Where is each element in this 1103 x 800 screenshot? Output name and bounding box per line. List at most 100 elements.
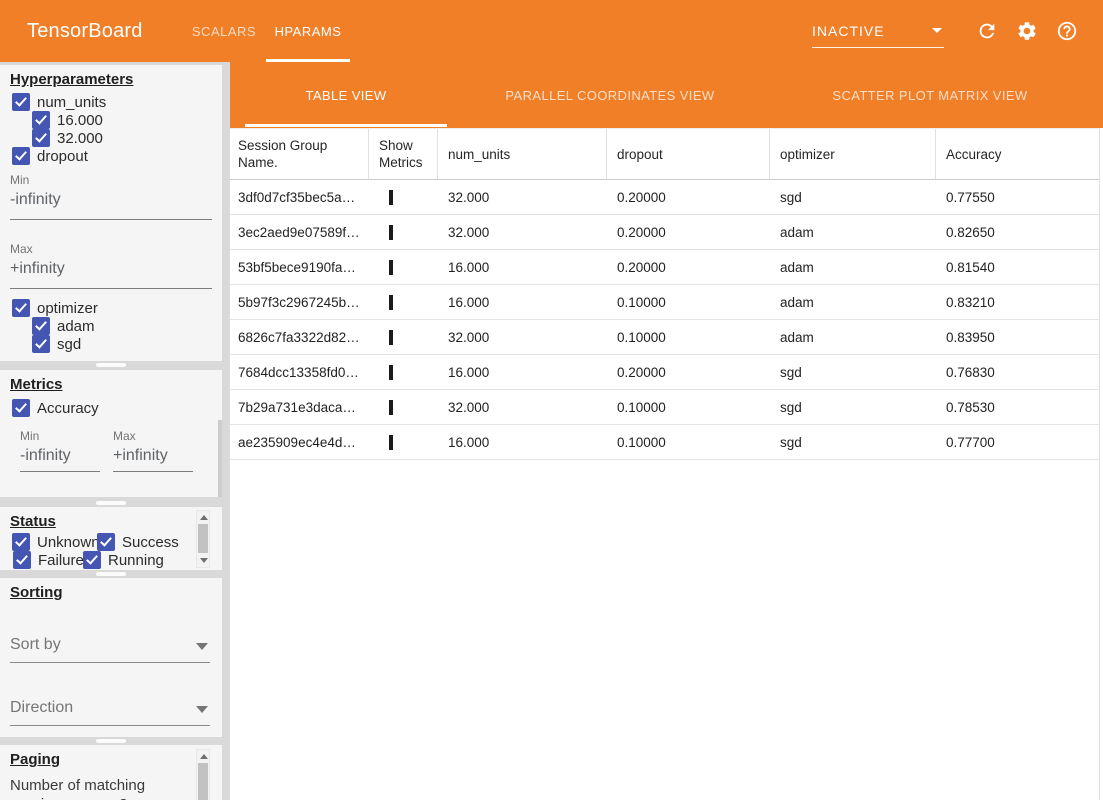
- tab-parallel-coordinates-view[interactable]: PARALLEL COORDINATES VIEW: [447, 62, 773, 128]
- optimizer-value: adam: [770, 295, 936, 310]
- status-panel: Status Unknown Success Failure Running: [0, 507, 222, 570]
- status-failure-label: Failure: [38, 552, 84, 569]
- session-group-name: ae235909ec4e4d…: [230, 435, 369, 450]
- table-header: Session Group Name. Show Metrics num_uni…: [230, 128, 1099, 180]
- accuracy-value: 0.77700: [936, 435, 1099, 450]
- paging-scrollbar[interactable]: [196, 749, 210, 800]
- chevron-down-icon: [196, 643, 208, 650]
- accuracy-min-field: Min -infinity: [20, 429, 100, 472]
- num-units-checkbox[interactable]: [12, 93, 30, 111]
- run-status-selector[interactable]: INACTIVE: [812, 14, 944, 48]
- dropout-max-field: Max +infinity: [10, 242, 212, 289]
- sidebar: Hyperparameters num_units 16.000 32.000 …: [0, 62, 222, 800]
- accuracy-max-input[interactable]: +infinity: [113, 443, 193, 472]
- dropout-value: 0.20000: [607, 260, 770, 275]
- table-row: 3df0d7cf35bec5a… 32.000 0.20000 sgd 0.77…: [230, 180, 1099, 215]
- dropout-checkbox[interactable]: [12, 147, 30, 165]
- dropout-min-input[interactable]: -infinity: [10, 187, 212, 220]
- num-units-32-checkbox[interactable]: [32, 129, 50, 147]
- accuracy-value: 0.78530: [936, 400, 1099, 415]
- panel-resize-handle[interactable]: [96, 363, 126, 367]
- dropout-max-input[interactable]: +infinity: [10, 256, 212, 289]
- scrollbar-thumb[interactable]: [198, 524, 208, 553]
- show-metrics-checkbox[interactable]: [389, 330, 393, 345]
- direction-value: Direction: [10, 699, 73, 716]
- sorting-heading: Sorting: [10, 584, 212, 601]
- view-tabs: TABLE VIEW PARALLEL COORDINATES VIEW SCA…: [230, 62, 1103, 128]
- metric-accuracy-row: Accuracy: [0, 399, 222, 417]
- show-metrics-checkbox[interactable]: [389, 225, 393, 240]
- show-metrics-checkbox[interactable]: [389, 260, 393, 275]
- sort-by-select[interactable]: Sort by: [10, 634, 210, 663]
- show-metrics-checkbox[interactable]: [389, 190, 393, 205]
- table-row: 53bf5bece9190fa… 16.000 0.20000 adam 0.8…: [230, 250, 1099, 285]
- panel-resize-handle[interactable]: [96, 572, 126, 576]
- settings-gear-icon[interactable]: [1016, 20, 1038, 42]
- optimizer-value: sgd: [770, 365, 936, 380]
- run-status-value: INACTIVE: [812, 23, 885, 39]
- accuracy-max-field: Max +infinity: [113, 429, 193, 472]
- optimizer-label: optimizer: [37, 300, 98, 317]
- status-scrollbar[interactable]: [196, 510, 210, 568]
- metrics-heading: Metrics: [10, 376, 212, 393]
- max-label: Max: [10, 242, 212, 256]
- paging-panel: Paging Number of matching session groups…: [0, 745, 222, 800]
- scroll-up-icon[interactable]: [200, 754, 208, 759]
- status-failure-checkbox[interactable]: [13, 551, 31, 569]
- refresh-icon[interactable]: [976, 20, 998, 42]
- panel-resize-handle[interactable]: [96, 501, 126, 505]
- accuracy-value: 0.83950: [936, 330, 1099, 345]
- dropout-value: 0.10000: [607, 295, 770, 310]
- num-units-value: 16.000: [438, 365, 607, 380]
- tab-table-view[interactable]: TABLE VIEW: [245, 62, 447, 128]
- tab-hparams[interactable]: HPARAMS: [266, 0, 350, 62]
- column-header-show-metrics[interactable]: Show Metrics: [369, 129, 438, 179]
- accuracy-min-input[interactable]: -infinity: [20, 443, 100, 472]
- dropout-value: 0.20000: [607, 365, 770, 380]
- tensorboard-app: TensorBoard SCALARS HPARAMS INACTIVE Hyp…: [0, 0, 1103, 800]
- dropout-value: 0.10000: [607, 435, 770, 450]
- show-metrics-checkbox[interactable]: [389, 295, 393, 310]
- accuracy-label: Accuracy: [37, 400, 99, 417]
- optimizer-adam-checkbox[interactable]: [32, 317, 50, 335]
- scroll-up-icon[interactable]: [200, 515, 208, 520]
- dropout-value: 0.10000: [607, 400, 770, 415]
- status-unknown-checkbox[interactable]: [12, 533, 30, 551]
- status-success-checkbox[interactable]: [97, 533, 115, 551]
- optimizer-sgd-checkbox[interactable]: [32, 335, 50, 353]
- tab-scatter-plot-matrix-view[interactable]: SCATTER PLOT MATRIX VIEW: [773, 62, 1087, 128]
- column-header-dropout[interactable]: dropout: [607, 129, 770, 179]
- column-header-session-group-name[interactable]: Session Group Name.: [230, 129, 369, 179]
- optimizer-sgd-row: sgd: [0, 335, 222, 353]
- show-metrics-checkbox[interactable]: [389, 435, 393, 450]
- num-units-32-label: 32.000: [57, 130, 103, 147]
- column-header-optimizer[interactable]: optimizer: [770, 129, 936, 179]
- metrics-scroll-thumb[interactable]: [218, 420, 222, 497]
- scroll-down-icon[interactable]: [200, 558, 208, 563]
- panel-resize-handle[interactable]: [96, 739, 126, 743]
- accuracy-value: 0.76830: [936, 365, 1099, 380]
- num-units-16-checkbox[interactable]: [32, 111, 50, 129]
- accuracy-value: 0.82650: [936, 225, 1099, 240]
- status-failure-item: Failure: [13, 551, 84, 569]
- direction-select[interactable]: Direction: [10, 697, 210, 726]
- accuracy-checkbox[interactable]: [12, 399, 30, 417]
- matching-groups-count: Number of matching session groups: 8: [10, 776, 194, 800]
- metrics-panel: Metrics Accuracy Min -infinity Max +infi…: [0, 370, 222, 497]
- tab-scalars[interactable]: SCALARS: [182, 0, 266, 62]
- column-header-accuracy[interactable]: Accuracy: [936, 129, 1099, 179]
- show-metrics-checkbox[interactable]: [389, 400, 393, 415]
- show-metrics-checkbox[interactable]: [389, 365, 393, 380]
- scrollbar-thumb[interactable]: [198, 763, 208, 800]
- hparam-optimizer-row: optimizer: [0, 299, 222, 317]
- optimizer-adam-label: adam: [57, 318, 95, 335]
- column-header-num-units[interactable]: num_units: [438, 129, 607, 179]
- status-running-checkbox[interactable]: [83, 551, 101, 569]
- status-unknown-label: Unknown: [37, 534, 100, 551]
- dropout-value: 0.20000: [607, 225, 770, 240]
- optimizer-checkbox[interactable]: [12, 299, 30, 317]
- session-group-name: 53bf5bece9190fa…: [230, 260, 369, 275]
- status-unknown-item: Unknown: [12, 533, 100, 551]
- session-group-name: 5b97f3c2967245b…: [230, 295, 369, 310]
- help-icon[interactable]: [1056, 20, 1078, 42]
